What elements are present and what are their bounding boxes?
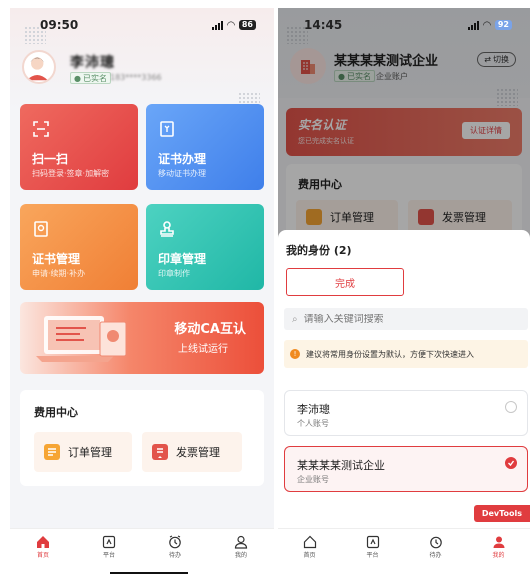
scan-subtitle: 扫码登录·签章·加解密 (32, 169, 110, 178)
invoices-label: 发票管理 (176, 446, 220, 459)
banner-title: 移动CA互认 (174, 322, 246, 337)
user-icon (234, 535, 248, 549)
seal-manage-title: 印章管理 (158, 252, 207, 266)
laptop-illustration (36, 316, 127, 362)
status-bar: 09:50 ◠ 86 (10, 8, 274, 42)
wifi-icon: ◠ (483, 19, 491, 31)
tab-platform[interactable]: 平台 (353, 535, 393, 559)
seal-icon (160, 221, 174, 237)
search-icon: ⌕ (292, 313, 298, 325)
status-time: 14:45 (304, 18, 343, 32)
notice-text: 建议将常用身份设置为默认，方便下次快速进入 (306, 349, 474, 359)
verified-badge: ● 已实名 (70, 72, 111, 84)
done-button[interactable]: 完成 (286, 268, 404, 296)
platform-icon (102, 535, 116, 548)
sheet-title: 我的身份 (2) (286, 244, 352, 257)
banner-subtitle: 上线试运行 (178, 344, 228, 355)
user-icon (493, 536, 504, 548)
verified-label: 已实名 (82, 73, 107, 83)
cert-manage-title: 证书管理 (32, 252, 81, 266)
identity-name: 某某某某测试企业 (297, 459, 385, 472)
masked-phone: 183****3366 (110, 73, 162, 82)
clock-icon (429, 536, 442, 548)
status-time: 09:50 (40, 18, 79, 32)
tab-home[interactable]: 首页 (290, 535, 330, 559)
identity-sheet: 我的身份 (2) 完成 ⌕ ! 建议将常用身份设置为默认，方便下次快速进入 李沛… (278, 230, 530, 528)
left-phone-screen: 09:50 ◠ 86 李沛璁 ● 已实名 183****3366 扫一扫 扫码登… (10, 8, 274, 564)
cert-manage-subtitle: 申请·续期·补办 (32, 269, 86, 278)
identity-type: 个人账号 (297, 419, 329, 428)
home-icon (37, 535, 49, 548)
battery-icon: 86 (238, 20, 256, 30)
tab-mine-label: 我的 (492, 551, 505, 559)
devtools-button[interactable]: DevTools (473, 505, 530, 522)
right-phone-screen: 14:45 ◠ 92 某某某某测试企业 ⇄ 切换 ● 已实名 企业账户 实名认证… (278, 8, 530, 564)
identity-type: 企业账号 (297, 475, 329, 484)
wifi-icon: ◠ (227, 19, 235, 31)
tab-mine[interactable]: 我的 (221, 535, 261, 559)
promo-banner[interactable]: 移动CA互认 上线试运行 (20, 302, 264, 374)
status-icons: ◠ 86 (212, 20, 256, 31)
identity-option-enterprise[interactable]: 某某某某测试企业 企业账号 (284, 446, 528, 492)
identity-name: 李沛璁 (297, 403, 330, 416)
scan-icon (33, 121, 49, 137)
tab-platform-label: 平台 (366, 551, 379, 559)
fee-center-card: 费用中心 订单管理 发票管理 (20, 390, 264, 486)
search-input[interactable] (303, 313, 504, 325)
tab-mine[interactable]: 我的 (479, 535, 519, 559)
tab-home[interactable]: 首页 (23, 535, 63, 559)
cert-apply-subtitle: 移动证书办理 (158, 169, 206, 178)
warning-icon: ! (290, 349, 300, 359)
cert-manage-tile[interactable]: 证书管理 申请·续期·补办 (20, 204, 138, 290)
search-bar[interactable]: ⌕ (284, 308, 528, 330)
check-icon[interactable] (505, 457, 517, 469)
invoices-button[interactable]: 发票管理 (142, 432, 242, 472)
tip-notice: ! 建议将常用身份设置为默认，方便下次快速进入 (284, 340, 528, 368)
tab-mine-label: 我的 (234, 551, 247, 559)
invoice-icon (152, 444, 168, 460)
screenshot-stage: 09:50 ◠ 86 李沛璁 ● 已实名 183****3366 扫一扫 扫码登… (0, 0, 531, 576)
fee-center-title: 费用中心 (34, 406, 78, 419)
divider-line (110, 572, 188, 574)
avatar[interactable] (22, 50, 56, 84)
radio-unchecked[interactable] (505, 401, 517, 413)
tab-platform-label: 平台 (102, 551, 115, 559)
tab-bar: 首页 平台 待办 我的 (10, 528, 274, 564)
clock-icon (169, 534, 181, 548)
status-icons: ◠ 92 (468, 20, 512, 31)
home-icon (303, 535, 316, 548)
identity-option-personal[interactable]: 李沛璁 个人账号 (284, 390, 528, 436)
orders-button[interactable]: 订单管理 (34, 432, 132, 472)
tab-platform[interactable]: 平台 (89, 535, 129, 559)
tab-home-label: 首页 (303, 551, 316, 559)
seal-manage-tile[interactable]: 印章管理 印章制作 (146, 204, 264, 290)
battery-icon: 92 (494, 20, 512, 30)
scan-tile[interactable]: 扫一扫 扫码登录·签章·加解密 (20, 104, 138, 190)
certificate-icon (160, 121, 174, 137)
signal-icon (212, 20, 224, 30)
tab-home-label: 首页 (36, 551, 49, 559)
tab-todo-label: 待办 (168, 551, 181, 559)
tab-todo-label: 待办 (429, 551, 442, 559)
cert-apply-title: 证书办理 (158, 152, 207, 166)
status-bar: 14:45 ◠ 92 (278, 8, 530, 42)
cert-manage-icon (34, 221, 48, 237)
orders-label: 订单管理 (68, 446, 112, 459)
person-icon: ● (74, 73, 81, 83)
tab-todo[interactable]: 待办 (155, 534, 195, 559)
tab-todo[interactable]: 待办 (416, 535, 456, 559)
seal-manage-subtitle: 印章制作 (158, 269, 190, 278)
signal-icon (468, 20, 480, 30)
platform-icon (366, 535, 379, 548)
scan-title: 扫一扫 (32, 152, 69, 166)
order-icon (44, 444, 60, 460)
cert-apply-tile[interactable]: 证书办理 移动证书办理 (146, 104, 264, 190)
tab-bar: 首页 平台 待办 我的 (278, 528, 530, 564)
user-name: 李沛璁 (70, 55, 115, 71)
